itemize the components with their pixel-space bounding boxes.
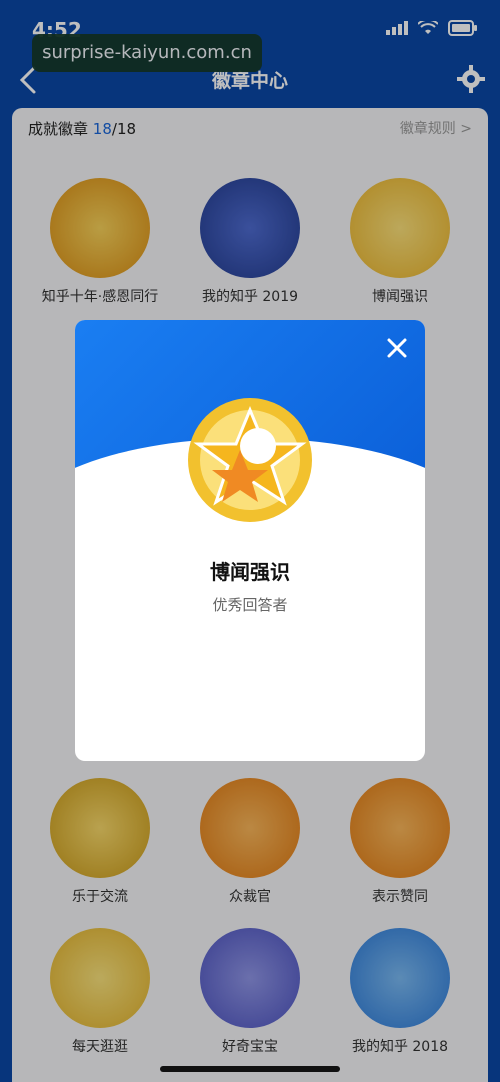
- badge-medal-large-icon: [188, 398, 312, 522]
- home-indicator[interactable]: [160, 1066, 340, 1072]
- dialog-badge-title: 博闻强识: [210, 560, 290, 584]
- dialog-badge-subtitle: 优秀回答者: [212, 596, 288, 614]
- badge-detail-dialog: 博闻强识 优秀回答者: [75, 320, 425, 761]
- close-icon[interactable]: [377, 328, 417, 368]
